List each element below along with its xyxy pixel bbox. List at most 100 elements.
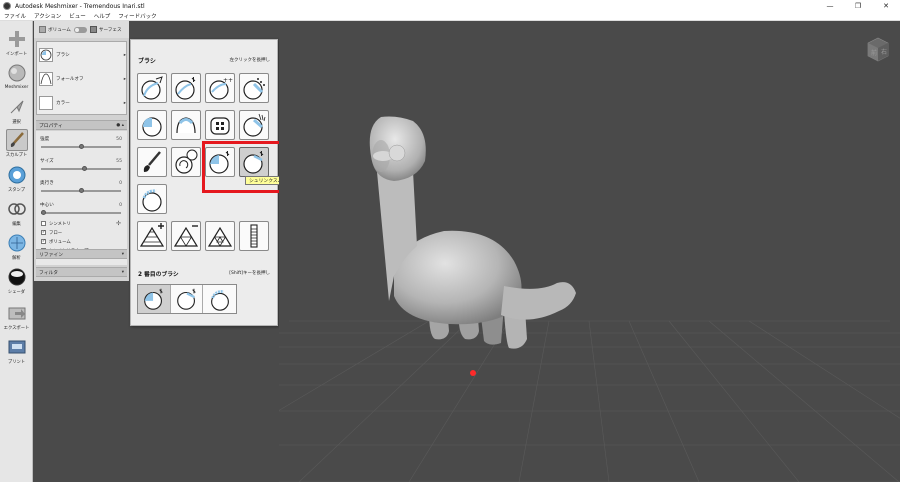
brush-inflate[interactable] bbox=[137, 110, 167, 140]
maximize-button[interactable]: ❐ bbox=[844, 0, 872, 12]
brush-icon bbox=[5, 129, 28, 151]
brush-zip[interactable] bbox=[239, 221, 269, 251]
expand-arrow-icon: ▸ bbox=[123, 52, 126, 58]
tool-label: スタンプ bbox=[7, 188, 26, 193]
symmetry-tool-icon[interactable]: ✢ bbox=[116, 220, 121, 227]
brush-preview-icon bbox=[39, 48, 53, 62]
mode-volume-label: ボリューム bbox=[48, 27, 71, 33]
tool-export[interactable]: エクスポート bbox=[0, 299, 33, 333]
brush-spikes[interactable] bbox=[239, 110, 269, 140]
tool-label: 選択 bbox=[12, 120, 21, 125]
tool-label: スカルプト bbox=[5, 153, 28, 158]
mode-surface-label: サーフェス bbox=[98, 27, 122, 33]
mode-toggle-bar: ボリューム サーフェス bbox=[34, 21, 129, 38]
tool-edit[interactable]: 編集 bbox=[0, 195, 33, 229]
viewport-scene bbox=[279, 116, 900, 482]
brush-refine[interactable] bbox=[137, 221, 167, 251]
expand-arrow-icon: ▾ bbox=[121, 269, 124, 275]
close-button[interactable]: ✕ bbox=[872, 0, 900, 12]
expand-arrow-icon: ▸ bbox=[123, 76, 126, 82]
depth-row: 奥行き 0 bbox=[40, 180, 122, 187]
tool-shader[interactable]: シェーダ bbox=[0, 263, 33, 297]
tool-label: 編集 bbox=[12, 222, 21, 227]
tool-stamp[interactable]: スタンプ bbox=[0, 161, 33, 195]
refine-header[interactable]: リファイン ▾ bbox=[36, 249, 127, 259]
brush-bubble-smooth[interactable] bbox=[137, 184, 167, 214]
secondary-brush-robust-smooth[interactable] bbox=[138, 285, 171, 313]
tool-label: Meshmixer bbox=[4, 85, 29, 90]
tool-meshmixer[interactable]: Meshmixer bbox=[0, 59, 33, 93]
select-arrow-icon bbox=[6, 96, 28, 118]
brush-drag[interactable] bbox=[137, 73, 167, 103]
ground-grid bbox=[279, 320, 900, 482]
brush-popup-hint: 左クリックを長押し bbox=[229, 58, 271, 63]
slider-knob[interactable] bbox=[78, 144, 84, 149]
tool-analysis[interactable]: 解析 bbox=[0, 229, 33, 263]
brush-move[interactable] bbox=[205, 110, 235, 140]
slider-knob[interactable] bbox=[78, 188, 84, 193]
checkbox-box[interactable]: ✓ bbox=[41, 239, 46, 244]
lazy-slider[interactable] bbox=[41, 210, 121, 215]
falloff-selector-label: フォールオフ bbox=[56, 77, 84, 82]
collapse-arrow-icon: ● ▴ bbox=[116, 122, 124, 128]
size-slider[interactable] bbox=[41, 166, 121, 171]
tool-select[interactable]: 選択 bbox=[0, 93, 33, 127]
depth-slider[interactable] bbox=[41, 188, 121, 193]
properties-body: 強度 50 サイズ 55 奥行き 0 中心い 0 シンメトリ ✢ ✓ フロー ✓… bbox=[36, 131, 127, 265]
falloff-curve-icon bbox=[39, 72, 53, 86]
color-selector-label: カラー bbox=[56, 101, 70, 106]
slider-knob[interactable] bbox=[82, 166, 88, 171]
brush-reduce[interactable] bbox=[171, 221, 201, 251]
strength-row: 強度 50 bbox=[40, 136, 122, 143]
menu-view[interactable]: ビュー bbox=[65, 12, 90, 20]
menu-bar: ファイル アクション ビュー ヘルプ フィードバック bbox=[0, 12, 900, 21]
brush-paint[interactable] bbox=[137, 147, 167, 177]
brush-draw[interactable] bbox=[171, 73, 201, 103]
strength-slider[interactable] bbox=[41, 144, 121, 149]
menu-help[interactable]: ヘルプ bbox=[90, 12, 115, 20]
tool-import[interactable]: インポート bbox=[0, 25, 33, 59]
menu-feedback[interactable]: フィードバック bbox=[114, 12, 160, 20]
symmetry-checkbox[interactable]: シンメトリ ✢ bbox=[41, 220, 121, 227]
brush-adaptive-reduce[interactable] bbox=[205, 221, 235, 251]
falloff-selector[interactable]: フォールオフ ▸ bbox=[39, 70, 126, 88]
secondary-brush-shrink-smooth[interactable] bbox=[171, 285, 204, 313]
brush-popup-title: ブラシ bbox=[138, 58, 156, 65]
brush-zipper[interactable] bbox=[171, 147, 201, 177]
checkbox-box[interactable]: ✓ bbox=[41, 230, 46, 235]
tool-print[interactable]: プリント bbox=[0, 333, 33, 367]
brush-draw2[interactable]: ++ bbox=[205, 73, 235, 103]
brush-selector[interactable]: ブラシ ▸ bbox=[39, 46, 126, 64]
properties-header[interactable]: プロパティ ● ▴ bbox=[36, 120, 127, 130]
brush-pinch[interactable] bbox=[171, 110, 201, 140]
checkbox-box[interactable] bbox=[41, 221, 46, 226]
slider-knob[interactable] bbox=[41, 210, 46, 215]
brush-selector-label: ブラシ bbox=[56, 53, 70, 58]
menu-file[interactable]: ファイル bbox=[0, 12, 30, 20]
meshmix-icon bbox=[6, 62, 28, 84]
sculpt-panel: ボリューム サーフェス ブラシ ▸ フォールオフ ▸ カラー ▸ プロパティ ●… bbox=[34, 21, 129, 281]
minimize-button[interactable]: — bbox=[816, 0, 844, 12]
analysis-icon bbox=[6, 232, 28, 254]
view-cube-front: 前 bbox=[871, 49, 877, 57]
mode-toggle-switch[interactable] bbox=[73, 26, 87, 33]
filter-header[interactable]: フィルタ ▾ bbox=[36, 267, 127, 277]
view-cube[interactable]: 前 右 bbox=[864, 35, 892, 63]
3d-viewport[interactable]: 前 右 bbox=[279, 21, 900, 482]
flow-checkbox[interactable]: ✓ フロー bbox=[41, 229, 121, 236]
tool-sculpt[interactable]: スカルプト bbox=[0, 126, 33, 160]
secondary-brush-bubble-smooth[interactable] bbox=[203, 285, 236, 313]
size-row: サイズ 55 bbox=[40, 158, 122, 165]
pivot-point-marker bbox=[470, 370, 476, 376]
expand-arrow-icon: ▸ bbox=[123, 100, 126, 106]
svg-text:++: ++ bbox=[223, 77, 233, 84]
title-bar: Autodesk Meshmixer - Tremendous Inari.st… bbox=[0, 0, 900, 12]
tool-label: プリント bbox=[7, 360, 26, 365]
menu-action[interactable]: アクション bbox=[30, 12, 65, 20]
color-selector[interactable]: カラー ▸ bbox=[39, 94, 126, 112]
tool-label: エクスポート bbox=[3, 326, 30, 331]
brush-flatten[interactable] bbox=[239, 73, 269, 103]
surface-cube-icon bbox=[89, 26, 97, 33]
volume-checkbox[interactable]: ✓ ボリューム bbox=[41, 238, 121, 245]
window-title: Autodesk Meshmixer - Tremendous Inari.st… bbox=[15, 2, 145, 10]
